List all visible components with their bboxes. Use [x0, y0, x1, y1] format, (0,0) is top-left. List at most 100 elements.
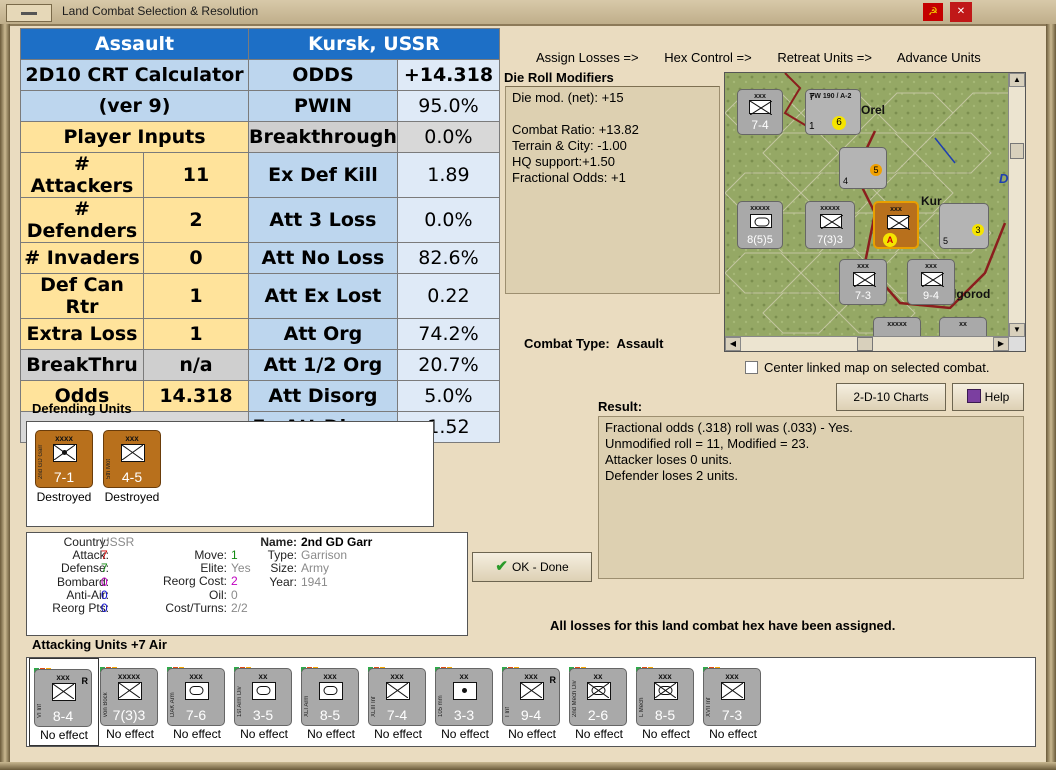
unit-size: xxx	[390, 672, 404, 681]
defending-unit[interactable]: xxx 5th Mot 4-5	[103, 430, 161, 488]
map-counter[interactable]: xxx 7-4	[737, 89, 783, 135]
crt-input-value: n/a	[143, 349, 249, 381]
scroll-right-icon[interactable]: ▶	[993, 337, 1009, 351]
map-counter[interactable]: xxx 9-4	[907, 259, 955, 305]
tab-advance-units[interactable]: Advance Units	[897, 50, 981, 65]
scroll-up-icon[interactable]: ▲	[1009, 73, 1025, 87]
attacking-unit-counter[interactable]: xxx I Inf R 9-4	[502, 668, 560, 726]
mechanized-icon	[654, 682, 678, 700]
crt-result-value: 0.0%	[396, 197, 501, 243]
attacking-unit-status: No effect	[40, 728, 88, 742]
unit-strength: 8-5	[319, 707, 341, 723]
map-vertical-scrollbar[interactable]: ▲ ▼	[1008, 73, 1025, 337]
crt-result-value: 95.0%	[396, 90, 501, 122]
armor-icon	[319, 682, 343, 700]
unit-strength: 7-6	[185, 707, 207, 723]
scroll-thumb[interactable]	[857, 337, 873, 351]
attacking-unit-counter[interactable]: xx 105 mm 3-3	[435, 668, 493, 726]
attacking-unit-counter[interactable]: xxx XLIII Inf 7-4	[368, 668, 426, 726]
unit-size: xxxx	[55, 434, 73, 443]
attacking-unit-slot[interactable]: xx 1st Arm Div 3-5 No effect	[230, 658, 298, 744]
counter-badge: 6	[832, 116, 846, 130]
map-selected-counter[interactable]: xxx A	[873, 201, 919, 249]
armor-icon	[252, 682, 276, 700]
result-panel: Fractional odds (.318) roll was (.033) -…	[598, 416, 1024, 579]
scroll-down-icon[interactable]: ▼	[1009, 323, 1025, 337]
attacking-unit-counter[interactable]: xxxxx von Bock 7(3)3	[100, 668, 158, 726]
scroll-left-icon[interactable]: ◀	[725, 337, 741, 351]
map-air-counter[interactable]: FW 190 / A-2 7 1 6	[805, 89, 861, 135]
reserve-flag: R	[81, 676, 89, 686]
linked-map[interactable]: Orel Kur lgorod D xxx 7-4 FW 190 / A-2 7…	[724, 72, 1026, 352]
crt-player-inputs: Player Inputs	[20, 121, 249, 153]
attacking-unit-slot[interactable]: xxxxx von Bock 7(3)3 No effect	[96, 658, 164, 744]
info-country: USSR	[101, 535, 135, 549]
unit-size: xxx	[323, 672, 337, 681]
unit-strength: 7-3	[721, 707, 743, 723]
help-button[interactable]: Help	[952, 383, 1024, 411]
attacking-unit-slot[interactable]: xx 2nd Mech Div 2-6 No effect	[565, 658, 633, 744]
attacking-unit-slot[interactable]: xxx XLI Arm 8-5 No effect	[297, 658, 365, 744]
garrison-icon	[887, 215, 910, 230]
attacking-unit-counter[interactable]: xxx DAK Arm 7-6	[167, 668, 225, 726]
crt-input-label: # Attackers	[20, 152, 144, 198]
infantry-icon	[721, 682, 745, 700]
checkbox-icon[interactable]	[745, 361, 758, 374]
counter-strength: 7-4	[751, 118, 769, 132]
ok-done-button[interactable]: ✔ OK - Done	[472, 552, 592, 582]
info-year: 1941	[301, 574, 328, 589]
crt-result-label: Att Disorg	[248, 380, 398, 412]
map-counter[interactable]: xxx 7-3	[839, 259, 887, 305]
info-label: Reorg Pts:	[52, 601, 109, 616]
tab-assign-losses[interactable]: Assign Losses =>	[536, 50, 639, 65]
attacking-unit-slot[interactable]: xxx L Mech 8-5 No effect	[632, 658, 700, 744]
unit-size: xx	[258, 672, 268, 681]
attacking-unit-counter[interactable]: xxx XLI Arm 8-5	[301, 668, 359, 726]
attack-marker-icon: A	[883, 233, 897, 247]
attacking-unit-counter[interactable]: xx 2nd Mech Div 2-6	[569, 668, 627, 726]
system-menu-icon[interactable]	[6, 4, 52, 22]
attacking-unit-status: No effect	[709, 727, 757, 741]
scroll-thumb[interactable]	[1010, 143, 1024, 159]
attacking-units-panel: xxx VI Inf R 8-4 No effect xxxxx von Bock 7(3)3…	[26, 657, 1036, 747]
charts-button[interactable]: 2-D-10 Charts	[836, 383, 946, 411]
attacking-unit-status: No effect	[307, 727, 355, 741]
defending-unit-status: Destroyed	[36, 490, 92, 504]
unit-info-panel: Country: Attack: Defense: Bombard: Anti-…	[26, 532, 468, 636]
map-horizontal-scrollbar[interactable]: ◀ ▶	[725, 336, 1009, 351]
attacking-unit-slot[interactable]: xxx VI Inf R 8-4 No effect	[29, 658, 99, 746]
attacking-unit-counter[interactable]: xxx VI Inf R 8-4	[34, 669, 92, 727]
crt-result-value: +14.318	[396, 59, 501, 91]
attacking-unit-status: No effect	[441, 727, 489, 741]
attacking-unit-counter[interactable]: xxx L Mech 8-5	[636, 668, 694, 726]
die-roll-line: Combat Ratio: +13.82	[512, 122, 639, 137]
center-map-label: Center linked map on selected combat.	[764, 360, 990, 375]
unit-strength: 2-6	[587, 707, 609, 723]
attacking-unit-slot[interactable]: xxx I Inf R 9-4 No effect	[498, 658, 566, 744]
attacking-unit-slot[interactable]: xx 105 mm 3-3 No effect	[431, 658, 499, 744]
map-counter[interactable]: xxxxx 7(3)3	[805, 201, 855, 249]
crt-result-value: 0.0%	[396, 121, 501, 153]
defending-unit[interactable]: xxxx 2nd GD Garr 7-1	[35, 430, 93, 488]
attacking-unit-counter[interactable]: xxx XVII Inf 7-3	[703, 668, 761, 726]
attacking-unit-slot[interactable]: xxx DAK Arm 7-6 No effect	[163, 658, 231, 744]
unit-strength: 3-3	[453, 707, 475, 723]
info-labels-col1: Country: Attack: Defense: Bombard: Anti-…	[31, 535, 109, 616]
result-title: Result:	[598, 399, 643, 414]
attacking-unit-status: No effect	[240, 727, 288, 741]
info-values-col3: 2nd GD Garr Garrison Army 1941	[301, 535, 451, 589]
tab-hex-control[interactable]: Hex Control =>	[664, 50, 751, 65]
attacking-unit-slot[interactable]: xxx XVII Inf 7-3 No effect	[699, 658, 767, 744]
scroll-corner	[1009, 337, 1025, 351]
crt-result-value: 0.22	[396, 273, 501, 319]
map-counter[interactable]: xxxxx 8(5)5	[737, 201, 783, 249]
center-map-checkbox[interactable]: Center linked map on selected combat.	[745, 360, 989, 375]
tab-retreat-units[interactable]: Retreat Units =>	[777, 50, 872, 65]
attacking-unit-slot[interactable]: xxx XLIII Inf 7-4 No effect	[364, 658, 432, 744]
map-air-counter[interactable]: 5 3	[939, 203, 989, 249]
infantry-icon	[853, 272, 876, 287]
close-icon[interactable]: ✕	[950, 2, 972, 22]
attacking-unit-counter[interactable]: xx 1st Arm Div 3-5	[234, 668, 292, 726]
defending-units-panel: xxxx 2nd GD Garr 7-1 Destroyed xxx 5th M…	[26, 421, 434, 527]
map-air-counter[interactable]: 4 5	[839, 147, 887, 189]
